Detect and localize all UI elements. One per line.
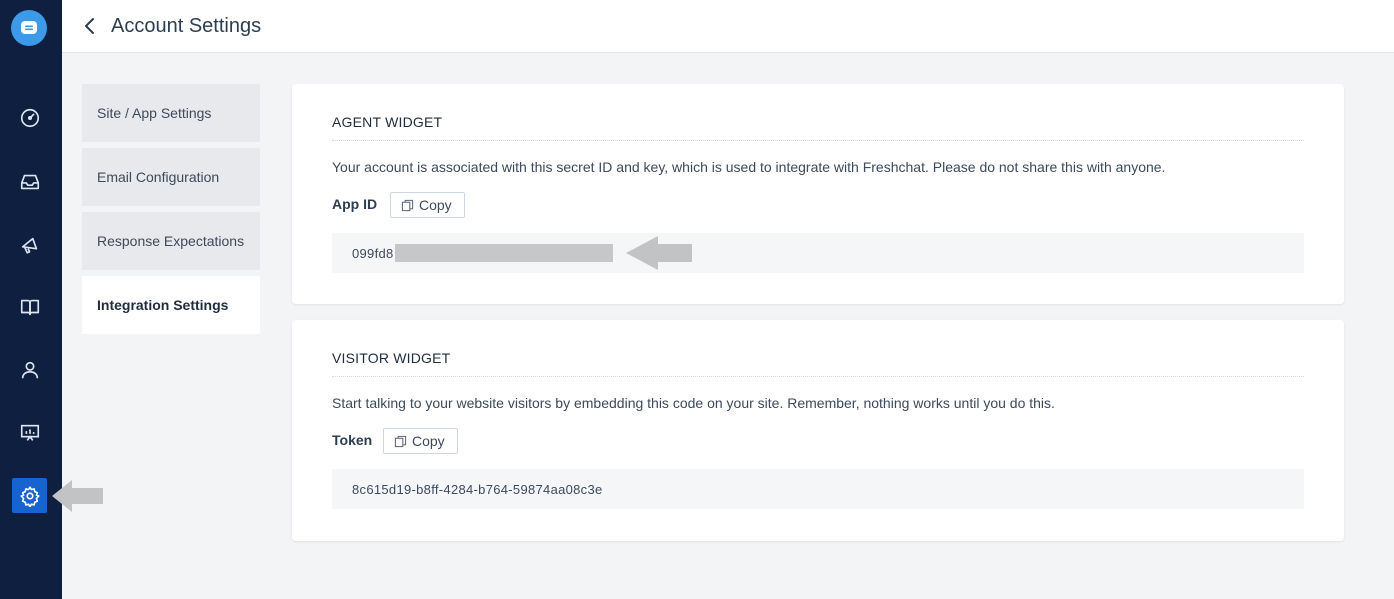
annotation-arrow-icon: [626, 236, 692, 270]
campaigns-icon[interactable]: [12, 227, 48, 263]
app-id-label: App ID: [332, 196, 378, 212]
copy-app-id-button[interactable]: Copy: [390, 192, 465, 218]
reports-icon[interactable]: [12, 415, 48, 451]
settings-subnav: Site / App Settings Email Configuration …: [82, 84, 260, 340]
token-label: Token: [332, 432, 373, 448]
inbox-icon[interactable]: [12, 164, 48, 200]
back-arrow-icon[interactable]: [80, 14, 100, 38]
divider: [332, 140, 1304, 141]
subnav-item-site-app-settings[interactable]: Site / App Settings: [82, 84, 260, 142]
subnav-item-integration-settings[interactable]: Integration Settings: [82, 276, 260, 334]
agent-widget-description: Your account is associated with this sec…: [332, 159, 1166, 175]
dashboard-icon[interactable]: [12, 100, 48, 136]
token-value: 8c615d19-b8ff-4284-b764-59874aa08c3e: [352, 481, 603, 497]
subnav-item-response-expectations[interactable]: Response Expectations: [82, 212, 260, 270]
settings-icon[interactable]: [12, 478, 47, 513]
app-id-value-box[interactable]: 099fd8: [332, 233, 1304, 273]
agent-widget-title: AGENT WIDGET: [332, 114, 443, 130]
visitor-widget-title: VISITOR WIDGET: [332, 350, 451, 366]
redaction-bar: [394, 244, 613, 262]
subnav-item-email-configuration[interactable]: Email Configuration: [82, 148, 260, 206]
token-value-box[interactable]: 8c615d19-b8ff-4284-b764-59874aa08c3e: [332, 469, 1304, 509]
page-title: Account Settings: [111, 15, 262, 37]
page-header: Account Settings: [62, 0, 1394, 53]
divider: [332, 376, 1304, 377]
copy-label: Copy: [419, 197, 452, 213]
faq-icon[interactable]: [12, 289, 48, 325]
visitor-widget-card: VISITOR WIDGET Start talking to your web…: [292, 320, 1344, 541]
copy-icon: [401, 199, 414, 211]
annotation-arrow-icon: [52, 480, 103, 512]
freshchat-logo-icon[interactable]: [11, 10, 47, 46]
visitor-widget-description: Start talking to your website visitors b…: [332, 395, 1055, 411]
copy-icon: [394, 435, 407, 447]
copy-token-button[interactable]: Copy: [383, 428, 458, 454]
copy-label: Copy: [412, 433, 445, 449]
agent-widget-card: AGENT WIDGET Your account is associated …: [292, 84, 1344, 304]
contacts-icon[interactable]: [12, 352, 48, 388]
app-id-value: 099fd8: [352, 245, 394, 261]
